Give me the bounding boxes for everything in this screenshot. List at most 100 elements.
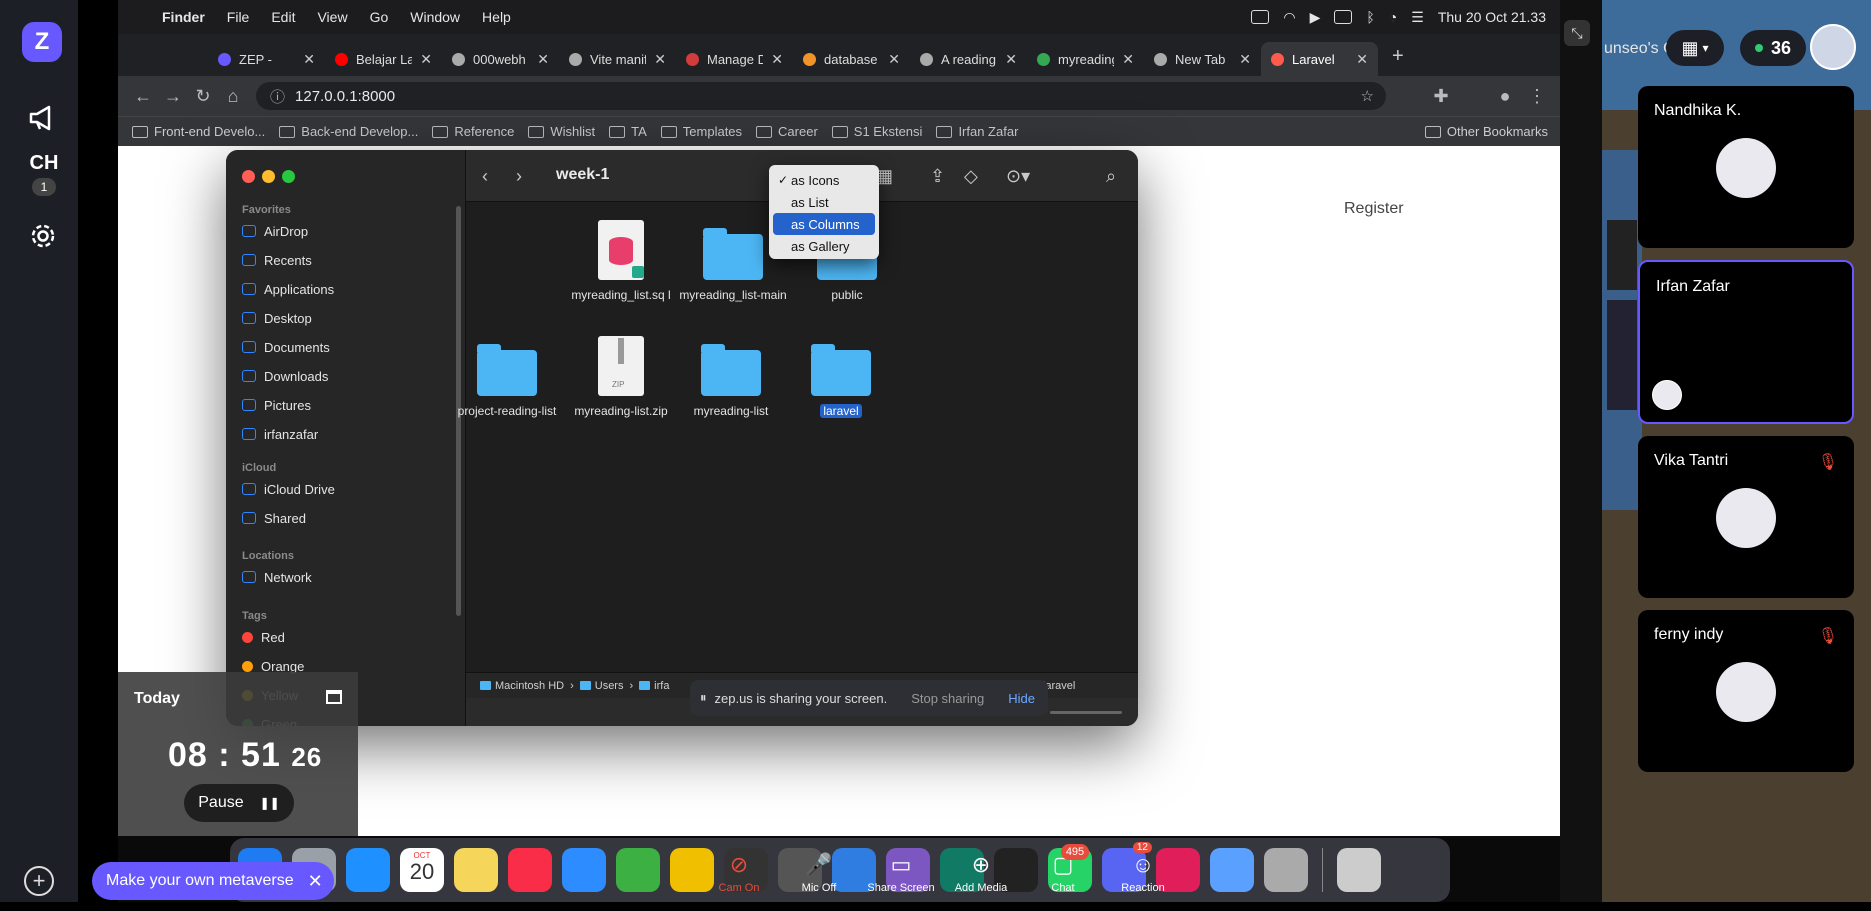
cam-on-button[interactable]: ⊘ Cam On	[704, 852, 774, 894]
home-icon[interactable]: ⌂	[218, 86, 248, 107]
reload-icon[interactable]: ↻	[188, 86, 218, 107]
participant-card[interactable]: Nandhika K.	[1638, 86, 1854, 248]
online-users-button[interactable]: 36	[1740, 30, 1806, 66]
close-tab-icon[interactable]: ✕	[303, 51, 315, 68]
view-option-columns[interactable]: as Columns	[773, 213, 875, 235]
participant-card[interactable]: Vika Tantri 🎙	[1638, 436, 1854, 598]
dock-app-icon[interactable]	[616, 848, 660, 892]
view-option-gallery[interactable]: as Gallery	[773, 235, 875, 257]
my-avatar[interactable]	[1810, 24, 1856, 70]
back-arrow-icon[interactable]: ←	[128, 86, 158, 107]
hide-share-bar-button[interactable]: Hide	[1008, 691, 1035, 706]
tab-6[interactable]: database ✕	[793, 42, 910, 76]
sidebar-item-applications[interactable]: Applications	[242, 278, 334, 300]
dock-app-icon[interactable]	[562, 848, 606, 892]
tab-1[interactable]: ZEP - ✕	[208, 42, 325, 76]
dock-app-icon[interactable]	[1337, 848, 1381, 892]
path-segment[interactable]: Macintosh HD	[480, 680, 564, 692]
megaphone-icon[interactable]	[21, 96, 65, 140]
share-icon[interactable]: ⇪	[930, 166, 945, 187]
tab-3[interactable]: 000webh ✕	[442, 42, 559, 76]
share-screen-button[interactable]: ▭ Share Screen	[866, 852, 936, 894]
collapse-screen-button[interactable]: ⤡	[1564, 20, 1590, 46]
path-segment[interactable]: Users	[579, 680, 623, 692]
tab-2[interactable]: Belajar La ✕	[325, 42, 442, 76]
profile-icon[interactable]: ●	[1490, 86, 1520, 107]
bookmark-item[interactable]: TA	[609, 124, 647, 139]
minimize-window-button[interactable]	[262, 170, 275, 183]
back-chevron-icon[interactable]: ‹	[482, 166, 488, 187]
other-bookmarks[interactable]: Other Bookmarks	[1424, 124, 1548, 139]
file-item[interactable]: laravel	[786, 336, 896, 418]
tag-icon[interactable]: ◇	[964, 166, 978, 187]
bluetooth-icon[interactable]: ᛒ	[1366, 9, 1374, 25]
view-grid-button[interactable]: ▦ ▾	[1666, 30, 1724, 66]
bookmark-item[interactable]: Career	[756, 124, 818, 139]
bookmark-item[interactable]: Templates	[660, 124, 742, 139]
menu-go[interactable]: Go	[370, 9, 389, 25]
icon-size-slider[interactable]	[1050, 711, 1122, 714]
forward-chevron-icon[interactable]: ›	[516, 166, 522, 187]
path-segment[interactable]: irfa	[639, 680, 669, 692]
sidebar-tag-red[interactable]: Red	[242, 626, 285, 648]
tab-4[interactable]: Vite manif ✕	[559, 42, 676, 76]
tab-9[interactable]: New Tab ✕	[1144, 42, 1261, 76]
participant-card[interactable]: Irfan Zafar	[1638, 260, 1854, 424]
calendar-app-icon[interactable]: OCT 20	[400, 848, 444, 892]
sidebar-item-pictures[interactable]: Pictures	[242, 394, 311, 416]
menubar-datetime[interactable]: Thu 20 Oct 21.33	[1438, 9, 1546, 25]
tab-10[interactable]: Laravel ✕	[1261, 42, 1378, 76]
sidebar-item-shared[interactable]: Shared	[242, 507, 306, 529]
dock-app-icon[interactable]	[346, 848, 390, 892]
close-tab-icon[interactable]: ✕	[1356, 51, 1368, 68]
chat-button[interactable]: ▢ Chat	[1028, 852, 1098, 894]
close-tab-icon[interactable]: ✕	[420, 51, 432, 68]
close-tab-icon[interactable]: ✕	[537, 51, 549, 68]
close-window-button[interactable]	[242, 170, 255, 183]
extensions-icon[interactable]: ✚	[1426, 86, 1456, 107]
sidebar-item-network[interactable]: Network	[242, 566, 312, 588]
sidebar-item-downloads[interactable]: Downloads	[242, 365, 328, 387]
menu-window[interactable]: Window	[410, 9, 460, 25]
close-tab-icon[interactable]: ✕	[1239, 51, 1251, 68]
menu-dots-icon[interactable]: ⋮	[1522, 86, 1552, 107]
reaction-button[interactable]: ☺ Reaction	[1108, 852, 1178, 894]
close-tab-icon[interactable]: ✕	[1122, 51, 1134, 68]
add-media-button[interactable]: ⊕ Add Media	[946, 852, 1016, 894]
control-center-icon[interactable]: ☰	[1411, 9, 1424, 26]
pause-button[interactable]: Pause ❚❚	[184, 784, 294, 822]
close-tab-icon[interactable]: ✕	[888, 51, 900, 68]
sidebar-item-documents[interactable]: Documents	[242, 336, 330, 358]
register-link[interactable]: Register	[1344, 200, 1404, 218]
menu-app-name[interactable]: Finder	[162, 9, 205, 25]
bookmark-item[interactable]: Back-end Develop...	[279, 124, 418, 139]
participant-card[interactable]: ferny indy 🎙	[1638, 610, 1854, 772]
add-space-button[interactable]: +	[24, 866, 54, 896]
bookmark-item[interactable]: Reference	[432, 124, 514, 139]
bookmark-item[interactable]: Front-end Develo...	[132, 124, 265, 139]
address-bar[interactable]: ⓘ 127.0.0.1:8000 ☆	[256, 82, 1386, 110]
window-icon[interactable]	[326, 690, 342, 704]
sidebar-item-airdrop[interactable]: AirDrop	[242, 220, 308, 242]
dock-app-icon[interactable]	[1210, 848, 1254, 892]
dock-app-icon[interactable]	[454, 848, 498, 892]
pause-icon[interactable]: ⏸	[700, 690, 707, 706]
zoom-window-button[interactable]	[282, 170, 295, 183]
action-menu-icon[interactable]: ⊙▾	[1006, 166, 1030, 187]
file-item[interactable]: project-reading-list	[452, 336, 562, 418]
display-icon[interactable]	[1251, 10, 1270, 24]
forward-arrow-icon[interactable]: →	[158, 86, 188, 107]
metaverse-promo[interactable]: Make your own metaverse ✕	[92, 862, 334, 900]
sidebar-item-icloud-drive[interactable]: iCloud Drive	[242, 478, 335, 500]
stop-sharing-button[interactable]: Stop sharing	[911, 691, 984, 706]
bookmark-item[interactable]: Wishlist	[528, 124, 595, 139]
view-option-icons[interactable]: ✓ as Icons	[773, 169, 875, 191]
view-option-list[interactable]: as List	[773, 191, 875, 213]
menu-file[interactable]: File	[227, 9, 250, 25]
site-info-icon[interactable]: ⓘ	[270, 86, 285, 107]
menu-help[interactable]: Help	[482, 9, 511, 25]
file-item[interactable]: ZIP myreading-list.zip	[566, 336, 676, 418]
close-tab-icon[interactable]: ✕	[771, 51, 783, 68]
dock-app-icon[interactable]	[508, 848, 552, 892]
sidebar-item-desktop[interactable]: Desktop	[242, 307, 312, 329]
